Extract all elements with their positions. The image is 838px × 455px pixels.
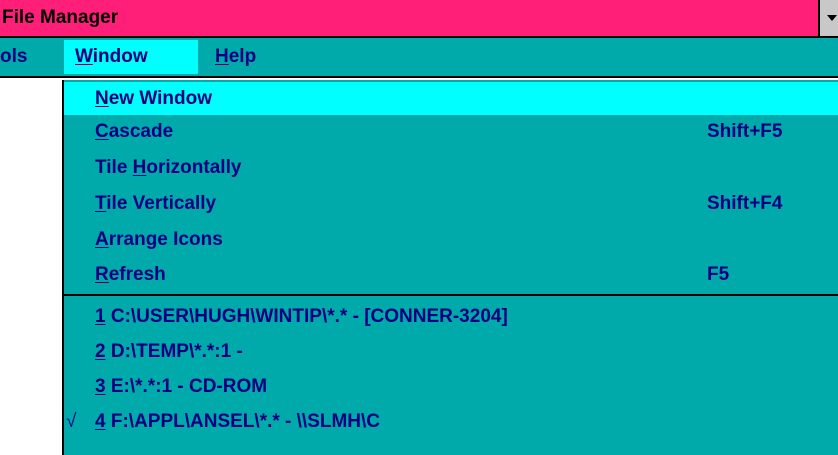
menu-bar: ols Window Help [0,38,838,78]
menu-tools-label: ols [0,46,28,67]
open-window-item-1[interactable]: 1 C:\USER\HUGH\WINTIP\*.* - [CONNER-3204… [64,300,838,333]
menu-separator [64,294,838,296]
menu-window[interactable]: Window [64,40,198,74]
menu-help-accel: H [215,46,229,67]
title-bar: File Manager [0,0,838,38]
menu-item-new-window[interactable]: New Window [64,82,838,115]
menu-item-tile-vertically[interactable]: Tile Vertically Shift+F4 [64,187,838,220]
background-area [0,80,62,455]
window-title: File Manager [2,7,119,28]
checkmark-icon: √ [66,411,77,432]
open-window-item-2[interactable]: 2 D:\TEMP\*.*:1 - [64,335,838,368]
down-arrow-icon [827,15,837,21]
menu-tools[interactable]: ols [0,40,27,74]
window-menu-dropdown: New Window Cascade Shift+F5 Tile Horizon… [62,80,838,455]
menu-item-arrange-icons[interactable]: Arrange Icons [64,223,838,256]
menu-item-cascade[interactable]: Cascade Shift+F5 [64,115,838,148]
minimize-button[interactable] [818,0,838,36]
shortcut-tile-vertically: Shift+F4 [707,193,783,214]
menu-item-tile-horizontally[interactable]: Tile Horizontally [64,151,838,184]
menu-help[interactable]: Help [215,40,256,74]
menu-window-accel: W [75,46,93,67]
menu-item-refresh[interactable]: Refresh F5 [64,258,838,291]
open-window-item-4[interactable]: √ 4 F:\APPL\ANSEL\*.* - \\SLMH\C [64,405,838,438]
shortcut-cascade: Shift+F5 [707,121,783,142]
open-window-item-3[interactable]: 3 E:\*.*:1 - CD-ROM [64,370,838,403]
shortcut-refresh: F5 [707,264,730,285]
